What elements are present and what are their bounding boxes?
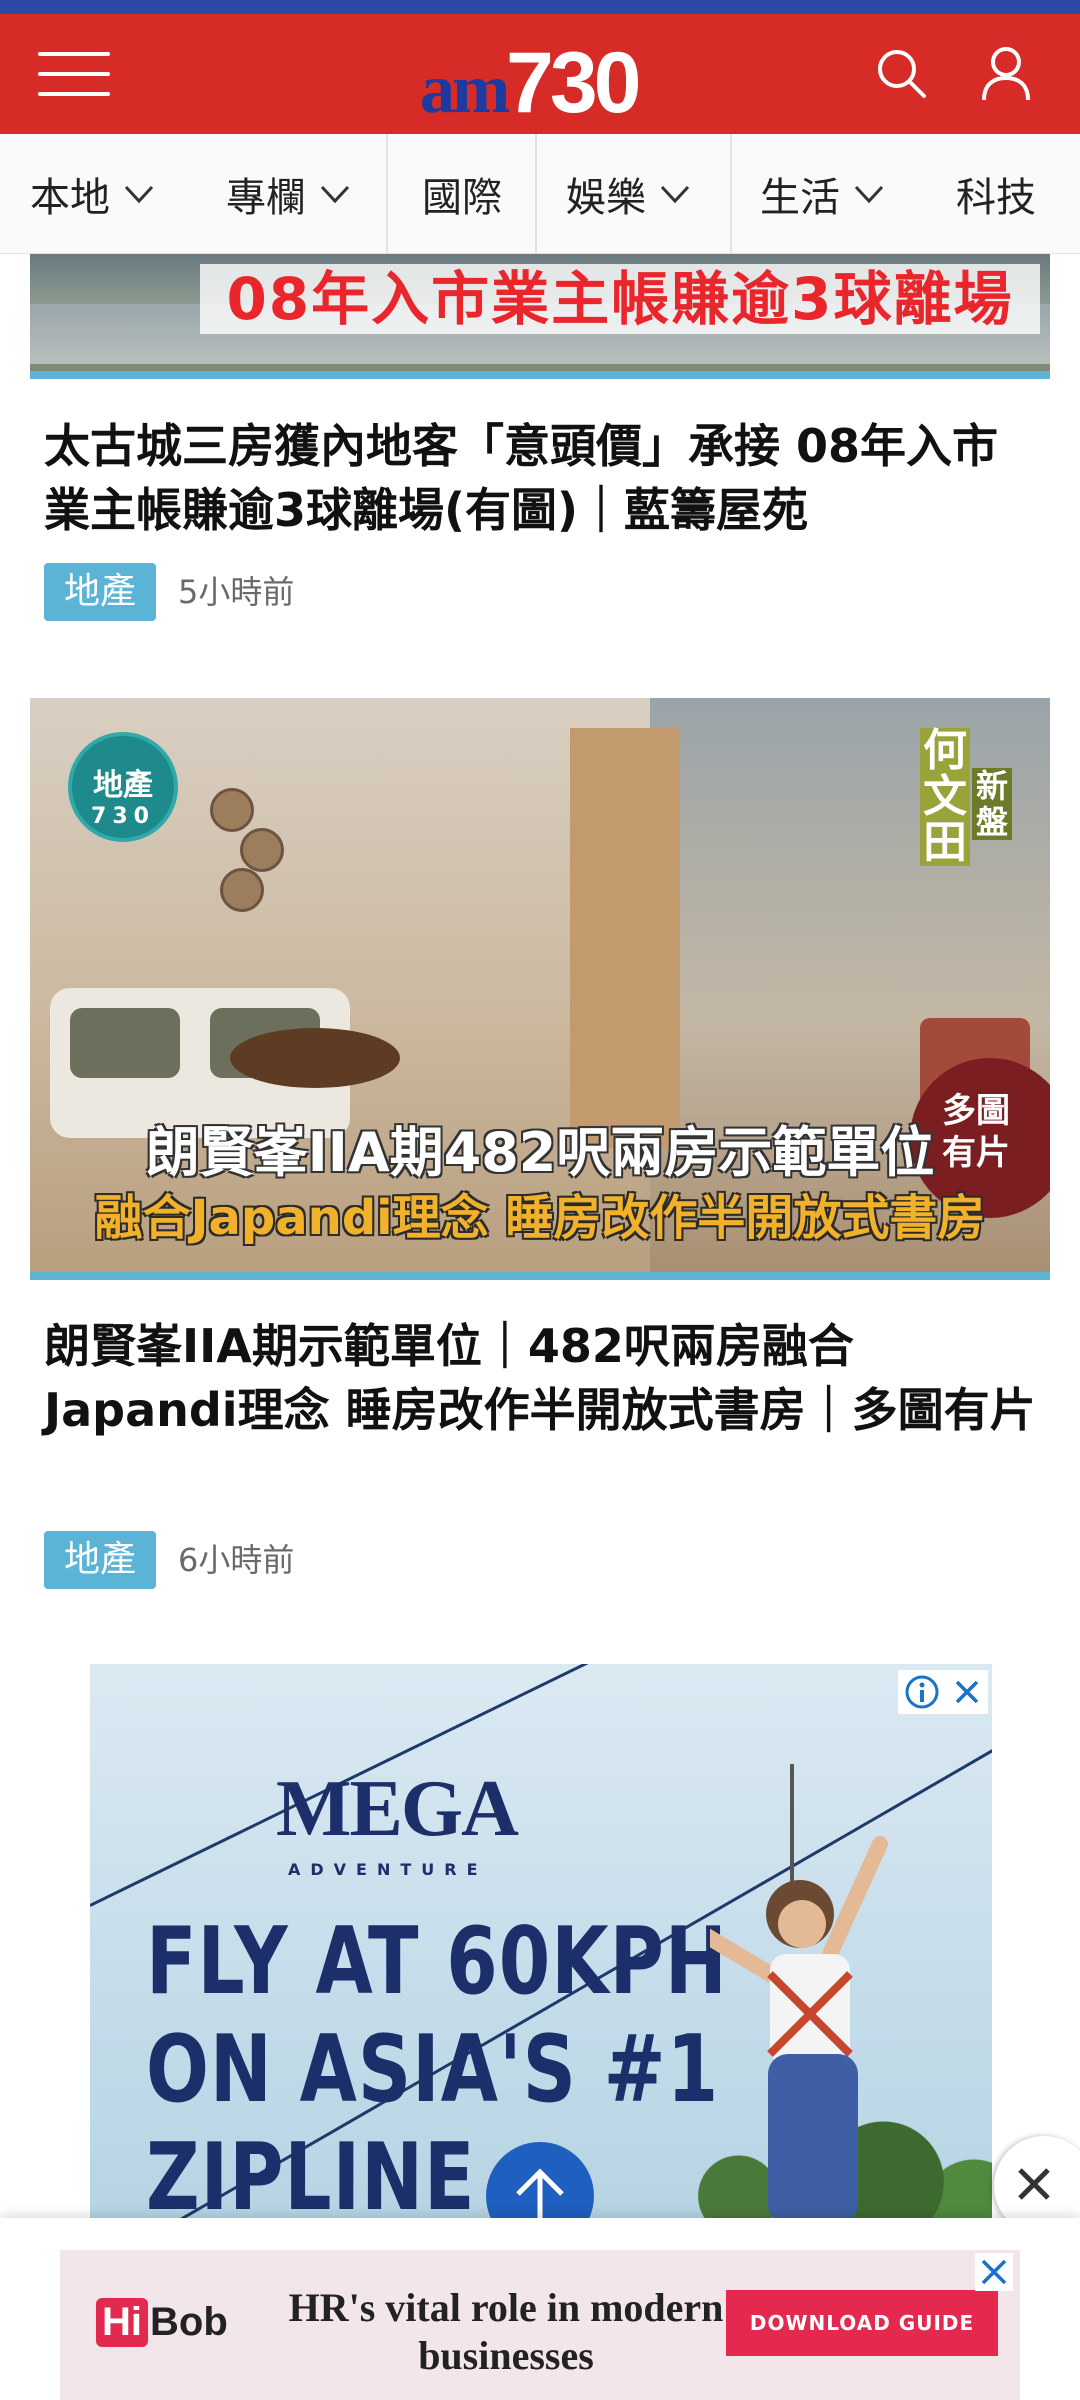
wood-panel [570,728,680,1148]
district-sub: 新盤 [972,768,1012,840]
menu-icon[interactable] [38,48,110,100]
nav-separator [386,134,388,254]
sofa-cushion [70,1008,180,1078]
nav-item-label: 科技 [956,175,1036,221]
category-tag[interactable]: 地產 [44,1531,156,1589]
logo-am: am [420,51,510,128]
ad-controls [898,1670,988,1714]
sticky-bottom-ad: Hi Bob HR's vital role in modern business… [0,2218,1080,2400]
logo-bob: Bob [150,2300,228,2344]
nav-item-label: 娛樂 [566,175,646,221]
chevron-down-icon [124,185,154,204]
nav-item-label: 國際 [422,175,502,221]
logo-hi: Hi [96,2298,148,2347]
article-image[interactable]: 08年入市業主帳賺逾3球離場 [30,254,1050,379]
bottom-ad-banner[interactable]: Hi Bob HR's vital role in modern business… [60,2250,1020,2400]
top-strip [0,0,1080,14]
chevron-down-icon [660,185,690,204]
chevron-down-icon [320,185,350,204]
nav-item-international[interactable]: 國際 [422,134,502,254]
site-header: am 730 [0,14,1080,134]
district-tag: 何文田 新盤 [920,728,1020,868]
ad-headline: HR's vital role in modern businesses [288,2285,724,2378]
article-image[interactable]: 地產 730 何文田 新盤 多圖有片 朗賢峯IIA期482呎兩房示範單位 融合J… [30,698,1050,1280]
nav-item-label: 生活 [760,175,840,221]
ad-headline: ZIPLINE [146,2124,476,2224]
wall-plate [220,868,264,912]
logo-number: 730 [506,35,641,131]
nav-item-entertainment[interactable]: 娛樂 [566,134,694,254]
nav-item-columns[interactable]: 專欄 [226,134,354,254]
image-accent-bar [30,1272,1050,1280]
site-logo[interactable]: am 730 [420,30,660,131]
ad-logo-sub: ADVENTURE [288,1860,488,1879]
display-ad[interactable]: MEGA ADVENTURE FLY AT 60KPH ON ASIA'S #1… [90,1664,992,2224]
article-timestamp: 5小時前 [178,573,295,611]
coffee-table [230,1028,400,1088]
wall-plate [240,828,284,872]
ad-close-icon[interactable] [974,2252,1014,2292]
zipline-rider [710,1764,888,2224]
image-caption: 08年入市業主帳賺逾3球離場 [200,264,1040,334]
ad-close-icon[interactable] [952,1677,982,1707]
article-title[interactable]: 太古城三房獲內地客「意頭價」承接 08年入市業主帳賺逾3球離場(有圖)｜藍籌屋苑 [44,414,1044,542]
user-icon[interactable] [976,44,1036,104]
nav-separator [730,134,732,254]
nav-item-lifestyle[interactable]: 生活 [760,134,888,254]
info-icon[interactable] [904,1674,940,1710]
ad-headline: ON ASIA'S #1 [146,2016,720,2124]
image-accent-bar [30,371,1050,379]
property-badge: 地產 730 [68,732,178,842]
image-headline: 朗賢峯IIA期482呎兩房示範單位 [145,1121,935,1184]
wall-plate [210,788,254,832]
page: am 730 本地 專欄 國際 娛樂 生活 科技 08年入市業主帳賺逾3球離場 … [0,0,1080,2400]
nav-item-tech[interactable]: 科技 [956,134,1036,254]
nav-item-local[interactable]: 本地 [30,134,158,254]
badge-number: 730 [91,804,155,829]
search-icon[interactable] [872,44,932,104]
category-tag[interactable]: 地產 [44,563,156,621]
article-timestamp: 6小時前 [178,1541,295,1579]
article-title[interactable]: 朗賢峯IIA期示範單位｜482呎兩房融合Japandi理念 睡房改作半開放式書房… [44,1314,1044,1442]
advertiser-logo: Hi Bob [96,2298,228,2347]
badge-label: 地產 [93,768,153,803]
ad-headline: FLY AT 60KPH [146,1908,728,2016]
ad-logo: MEGA [276,1765,519,1853]
district-name: 何文田 [920,728,970,866]
category-nav: 本地 專欄 國際 娛樂 生活 科技 [0,134,1080,254]
download-guide-button[interactable]: DOWNLOAD GUIDE [726,2290,998,2356]
nav-separator [535,134,537,254]
image-subheadline: 融合Japandi理念 睡房改作半開放式書房 [94,1190,986,1246]
nav-item-label: 專欄 [226,175,306,221]
chevron-down-icon [854,185,884,204]
nav-item-label: 本地 [30,175,110,221]
